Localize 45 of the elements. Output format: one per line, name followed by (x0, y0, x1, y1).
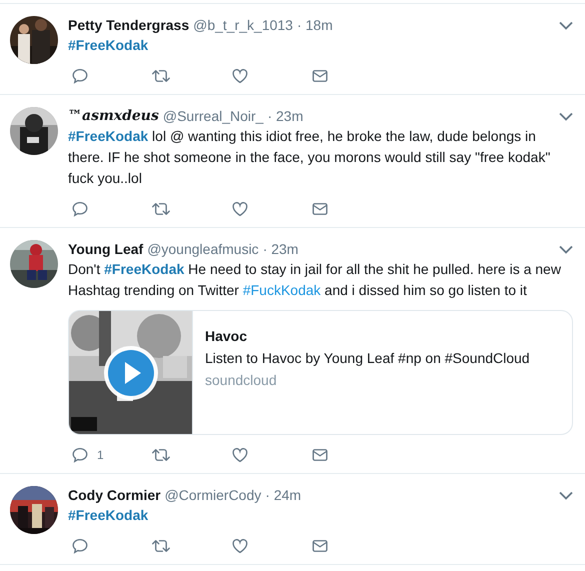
reply-icon[interactable] (71, 200, 89, 218)
hashtag-link[interactable]: #FuckKodak (242, 282, 321, 298)
chevron-down-icon[interactable] (559, 490, 573, 500)
reply-count: 1 (97, 447, 104, 464)
display-name[interactable]: Cody Cormier (68, 486, 161, 504)
reply-icon[interactable] (71, 537, 89, 555)
envelope-icon[interactable] (311, 537, 329, 555)
tweet-text: #FreeKodak lol @ wanting this idiot free, he broke the law, dude belongs in there. IF he shot someone in the face, you morons would still say "free kodak" fuck you..lol (68, 127, 552, 188)
heart-icon[interactable] (231, 67, 249, 85)
card-domain: soundcloud (205, 371, 278, 390)
user-handle[interactable]: @Surreal_Noir_ (162, 107, 264, 125)
retweet-icon[interactable] (151, 446, 171, 464)
reply-icon[interactable] (71, 446, 89, 464)
play-button[interactable] (103, 345, 159, 401)
hashtag-link[interactable]: #FreeKodak (104, 261, 184, 277)
heart-icon[interactable] (231, 200, 249, 218)
hashtag-link[interactable]: #FreeKodak (68, 128, 148, 144)
user-handle[interactable]: @youngleafmusic (147, 240, 259, 258)
retweet-icon[interactable] (151, 200, 171, 218)
reply-icon[interactable] (71, 67, 89, 85)
display-name[interactable]: Petty Tendergrass (68, 16, 190, 34)
user-handle[interactable]: @CormierCody (164, 486, 262, 504)
timestamp[interactable]: · 23m (262, 240, 298, 258)
timestamp[interactable]: · 23m (267, 107, 304, 125)
display-name[interactable]: ™asmxdeus (68, 107, 159, 125)
link-card[interactable]: Havoc Listen to Havoc by Young Leaf #np on #SoundCloud soundcloud (68, 310, 573, 435)
chevron-down-icon[interactable] (559, 244, 573, 254)
hashtag-link[interactable]: #FreeKodak (68, 37, 148, 53)
envelope-icon[interactable] (311, 67, 329, 85)
chevron-down-icon[interactable] (559, 112, 573, 120)
card-description: Listen to Havoc by Young Leaf #np on #SoundCloud (205, 349, 530, 368)
timestamp[interactable]: · 18m (296, 16, 333, 34)
heart-icon[interactable] (231, 537, 249, 555)
chevron-down-icon[interactable] (559, 20, 573, 30)
tweet-text: Don't #FreeKodak He need to stay in jail for all the shit he pulled. here is a new Hashtag trending on Twitter #FuckKodak and i dissed him so go listen to it (68, 260, 562, 300)
hashtag-link[interactable]: #FreeKodak (68, 507, 148, 523)
envelope-icon[interactable] (311, 446, 329, 464)
heart-icon[interactable] (231, 446, 249, 464)
timestamp[interactable]: · 24m (265, 486, 302, 504)
envelope-icon[interactable] (311, 200, 329, 218)
display-name[interactable]: Young Leaf (68, 240, 144, 258)
card-title: Havoc (205, 327, 248, 346)
user-handle[interactable]: @b_t_r_k_1013 (193, 16, 293, 34)
retweet-icon[interactable] (151, 67, 171, 85)
retweet-icon[interactable] (151, 537, 171, 555)
